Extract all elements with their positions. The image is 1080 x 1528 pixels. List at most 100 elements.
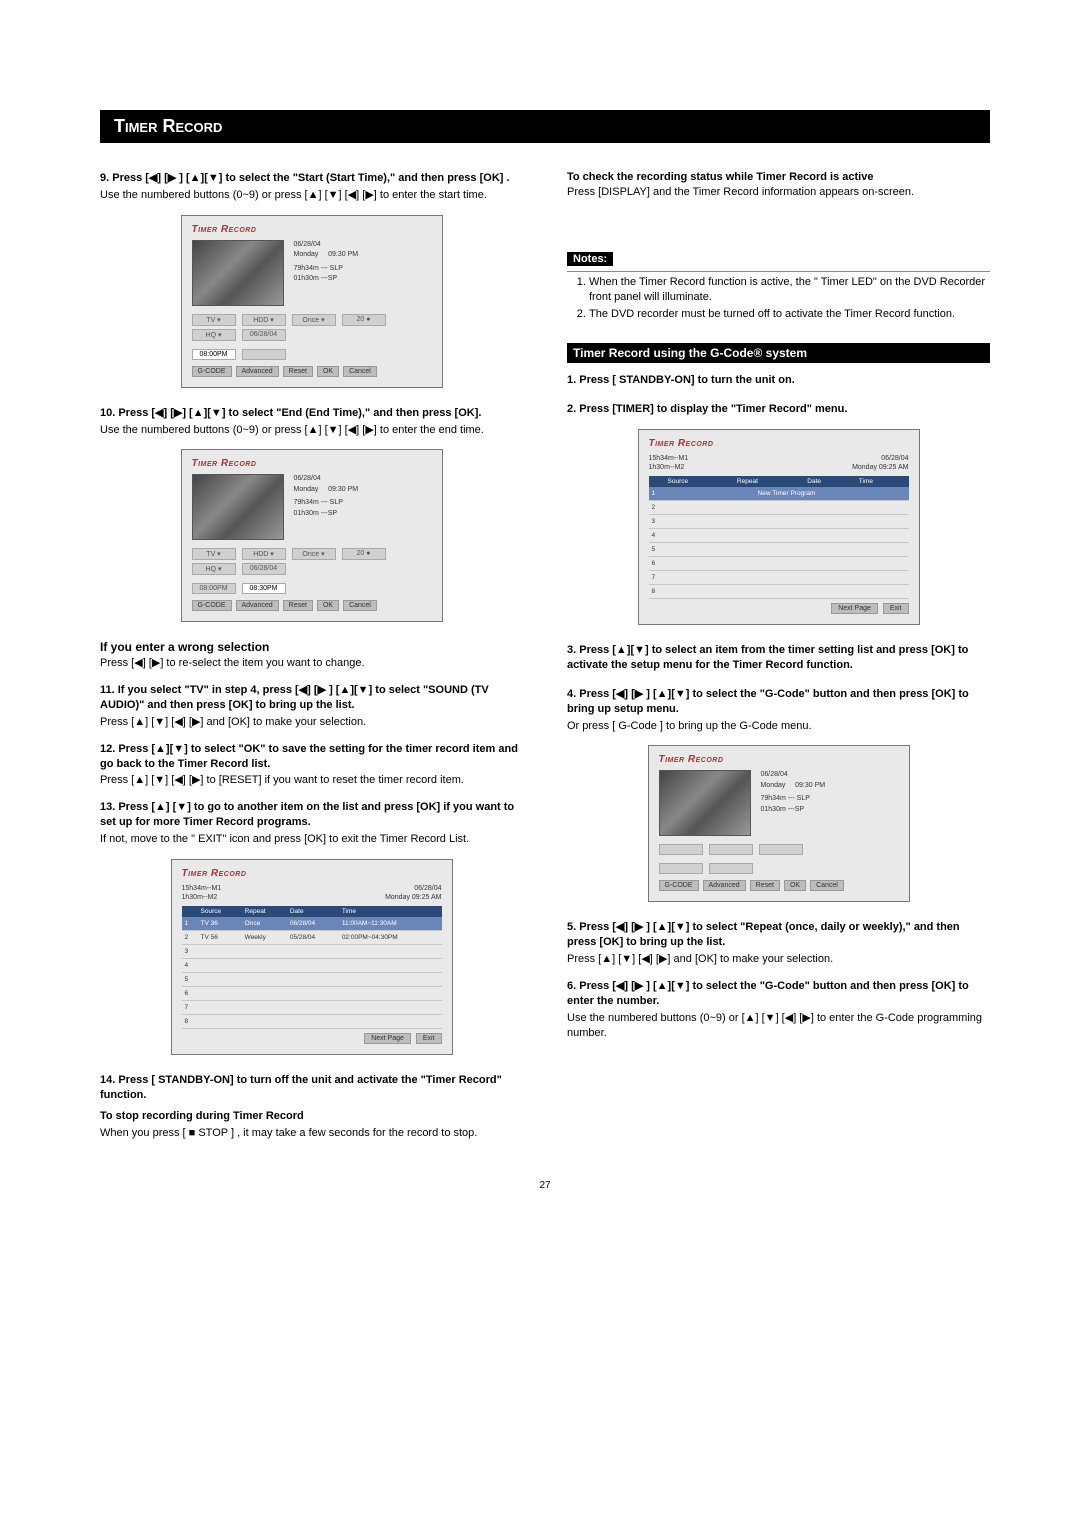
- once-box: Once ▾: [292, 314, 336, 326]
- timer-list-table: Source Repeat Date Time 1 TV 36 Once 06/…: [182, 906, 442, 1029]
- shot-date-2: 06/28/04: [294, 475, 321, 482]
- src-ch: 20 ●: [342, 314, 386, 326]
- start-time-grey: 08:00PM: [192, 583, 236, 594]
- left-column: 9. Press [◀] [▶ ] [▲][▼] to select the "…: [100, 171, 523, 1152]
- table-row: 5: [182, 973, 442, 987]
- gcode-step-4-body: Or press [ G-Code ] to bring up the G-Co…: [567, 719, 990, 734]
- shot-footer-2: G-CODE Advanced Reset OK Cancel: [192, 600, 432, 611]
- notes-label: Notes:: [567, 252, 613, 266]
- end-time-white: 08:30PM: [242, 583, 286, 594]
- gcode-step-2: 2. Press [TIMER] to display the "Timer R…: [567, 402, 990, 417]
- r1-time: 11:00AM~11:30AM: [339, 917, 442, 931]
- once-box-2: Once ▾: [292, 548, 336, 560]
- m1-text: 15h34m--M1: [182, 885, 222, 892]
- src-ch-2: 20 ●: [342, 548, 386, 560]
- shot-info-5: 06/28/04 Monday 09:30 PM 79h34m --- SLP …: [761, 770, 899, 836]
- table-row: 2 TV 56 Weekly 05/28/04 02:00PM~04:30PM: [182, 931, 442, 945]
- preview-thumbnail-5: [659, 770, 751, 836]
- src-tv-2: TV ▾: [192, 548, 236, 560]
- shot-cap2-5: 01h30m ---SP: [761, 805, 899, 816]
- table-row: 8: [182, 1015, 442, 1029]
- table-row: 4: [649, 529, 909, 543]
- shot-row-start: 08:00PM: [192, 349, 432, 360]
- gcode-banner: Timer Record using the G-Code® system: [567, 343, 990, 363]
- th-time: Time: [339, 906, 442, 917]
- r1-src: TV 36: [198, 917, 242, 931]
- gcode-step-3: 3. Press [▲][▼] to select an item from t…: [567, 643, 990, 673]
- shot-cap2-2: 01h30m ---SP: [294, 509, 432, 520]
- ok-btn-5: OK: [784, 880, 806, 891]
- shot-cap1-5: 79h34m --- SLP: [761, 794, 899, 805]
- shot-controls-2: TV ▾ HDD ▾ Once ▾ 20 ● HQ ▾ 06/28/04: [192, 548, 432, 575]
- date-box: 06/28/04: [242, 329, 286, 341]
- notes-hr: [567, 271, 990, 272]
- day2: Monday 09:25 AM: [385, 894, 441, 901]
- shot-title-2: Timer Record: [192, 458, 432, 469]
- check-body: Press [DISPLAY] and the Timer Record inf…: [567, 185, 990, 200]
- shot-title-4: Timer Record: [649, 438, 909, 449]
- shot-title-3: Timer Record: [182, 868, 442, 879]
- step-10-body: Use the numbered buttons (0~9) or press …: [100, 423, 523, 438]
- gcode-banner-text: Timer Record using the G-Code® system: [573, 346, 807, 360]
- th-repeat-4: Repeat: [734, 476, 804, 487]
- m1-text-4: 15h34m--M1: [649, 455, 689, 462]
- r1-rep: Once: [242, 917, 287, 931]
- date2-4: 06/28/04: [881, 455, 908, 462]
- shot-controls-5: [659, 844, 899, 855]
- shot-time-2: 09:30 PM: [328, 486, 358, 493]
- blank-ctrl-3: [759, 844, 803, 855]
- shot-cap1-2: 79h34m --- SLP: [294, 498, 432, 509]
- cancel-btn-2: Cancel: [343, 600, 377, 611]
- step-11-heading: 11. If you select "TV" in step 4, press …: [100, 683, 523, 713]
- reset-btn-2: Reset: [283, 600, 313, 611]
- check-heading: To check the recording status while Time…: [567, 171, 990, 183]
- shot-time: 09:30 PM: [328, 251, 358, 258]
- next-page-btn-4: Next Page: [831, 603, 878, 614]
- hq-box: HQ ▾: [192, 329, 236, 341]
- step-14-heading-l2: To stop recording during Timer Record: [100, 1109, 523, 1124]
- cancel-btn-5: Cancel: [810, 880, 844, 891]
- gcode-step-6-body: Use the numbered buttons (0~9) or [▲] [▼…: [567, 1011, 990, 1041]
- reset-btn-5: Reset: [750, 880, 780, 891]
- table-row: 6: [649, 557, 909, 571]
- shot-cap1: 79h34m --- SLP: [294, 264, 432, 275]
- shot-row-end: 08:00PM 08:30PM: [192, 583, 432, 594]
- timer-record-screenshot-5: Timer Record 06/28/04 Monday 09:30 PM 79…: [648, 745, 910, 902]
- th-date: Date: [287, 906, 339, 917]
- m2-text-4: 1h30m--M2: [649, 464, 685, 471]
- th-time-4: Time: [856, 476, 909, 487]
- table-row: 7: [649, 571, 909, 585]
- th-source-4: Source: [665, 476, 734, 487]
- table-row: 3: [649, 515, 909, 529]
- src-tv: TV ▾: [192, 314, 236, 326]
- gcode-step-5: 5. Press [◀] [▶ ] [▲][▼] to select "Repe…: [567, 920, 990, 950]
- step-12-heading: 12. Press [▲][▼] to select "OK" to save …: [100, 742, 523, 772]
- shot-time-5: 09:30 PM: [795, 782, 825, 789]
- table-row: 5: [649, 543, 909, 557]
- table-row: 2: [649, 501, 909, 515]
- screenshot-5-wrap: Timer Record 06/28/04 Monday 09:30 PM 79…: [567, 745, 990, 902]
- timer-record-screenshot-1: Timer Record 06/28/04 Monday 09:30 PM 79…: [181, 215, 443, 388]
- shot-date: 06/28/04: [294, 241, 321, 248]
- table-footer: Next Page Exit: [182, 1033, 442, 1044]
- note-1: When the Timer Record function is active…: [589, 275, 990, 305]
- shot-footer-5: G-CODE Advanced Reset OK Cancel: [659, 880, 899, 891]
- step-14-body: When you press [ ■ STOP ] , it may take …: [100, 1126, 523, 1141]
- day2-4: Monday 09:25 AM: [852, 464, 908, 471]
- hdd-box: HDD ▾: [242, 314, 286, 326]
- ok-btn-2: OK: [317, 600, 339, 611]
- shot-day-2: Monday: [294, 486, 319, 493]
- step-10-heading: 10. Press [◀] [▶] [▲][▼] to select "End …: [100, 406, 523, 421]
- start-time-box: 08:00PM: [192, 349, 236, 360]
- table-row: 4: [182, 959, 442, 973]
- th-date-4: Date: [804, 476, 855, 487]
- shot-info-2: 06/28/04 Monday 09:30 PM 79h34m --- SLP …: [294, 474, 432, 540]
- right-column: To check the recording status while Time…: [567, 171, 990, 1152]
- date-box-2: 06/28/04: [242, 563, 286, 575]
- step-12-body: Press [▲] [▼] [◀] [▶] to [RESET] if you …: [100, 773, 523, 788]
- step-11-body: Press [▲] [▼] [◀] [▶] and [OK] to make y…: [100, 715, 523, 730]
- th-source: Source: [198, 906, 242, 917]
- wrong-selection-heading: If you enter a wrong selection: [100, 640, 523, 654]
- step-9-body: Use the numbered buttons (0~9) or press …: [100, 188, 523, 203]
- step-13-heading: 13. Press [▲] [▼] to go to another item …: [100, 800, 523, 830]
